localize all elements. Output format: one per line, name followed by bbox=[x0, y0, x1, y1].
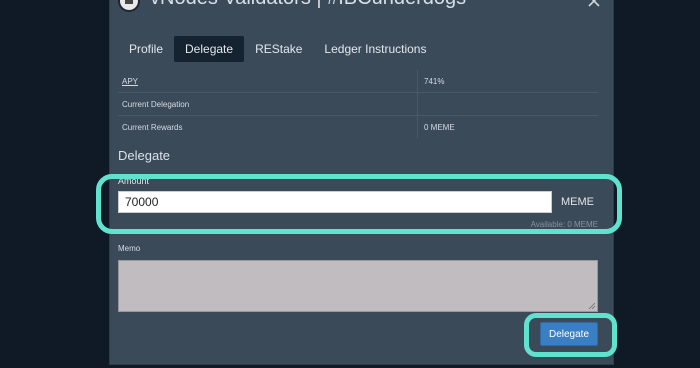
apy-label[interactable]: APY bbox=[118, 70, 418, 93]
amount-unit: MEME bbox=[561, 196, 594, 208]
tab-restake[interactable]: REStake bbox=[244, 36, 313, 62]
table-row: Current Delegation bbox=[118, 92, 598, 116]
current-rewards-value: 0 MEME bbox=[417, 115, 598, 138]
validator-logo-icon bbox=[118, 0, 140, 12]
memo-label: Memo bbox=[118, 244, 141, 253]
current-rewards-label: Current Rewards bbox=[118, 115, 418, 138]
tab-profile[interactable]: Profile bbox=[118, 36, 174, 62]
close-icon[interactable] bbox=[587, 0, 601, 8]
amount-input[interactable] bbox=[118, 191, 552, 213]
modal-title: vNodes Validators | #IBCunderdogs bbox=[150, 0, 466, 10]
delegate-modal: vNodes Validators | #IBCunderdogs Profil… bbox=[110, 0, 613, 364]
delegate-section-title: Delegate bbox=[118, 148, 171, 163]
modal-header: vNodes Validators | #IBCunderdogs bbox=[110, 0, 613, 24]
available-balance: Available: 0 MEME bbox=[530, 220, 598, 229]
delegation-info-table: APY 741% Current Delegation Current Rewa… bbox=[118, 70, 598, 138]
amount-label: Amount bbox=[118, 176, 150, 186]
resize-grip-icon[interactable] bbox=[588, 302, 596, 310]
table-row: Current Rewards 0 MEME bbox=[118, 115, 598, 138]
current-delegation-label: Current Delegation bbox=[118, 92, 418, 116]
memo-field[interactable] bbox=[118, 260, 598, 312]
apy-value: 741% bbox=[417, 70, 598, 93]
current-delegation-value bbox=[417, 92, 598, 116]
delegate-submit-button[interactable]: Delegate bbox=[540, 322, 598, 346]
table-row: APY 741% bbox=[118, 70, 598, 93]
tab-bar: Profile Delegate REStake Ledger Instruct… bbox=[118, 36, 437, 62]
tab-ledger-instructions[interactable]: Ledger Instructions bbox=[313, 36, 437, 62]
tab-delegate[interactable]: Delegate bbox=[174, 36, 245, 62]
